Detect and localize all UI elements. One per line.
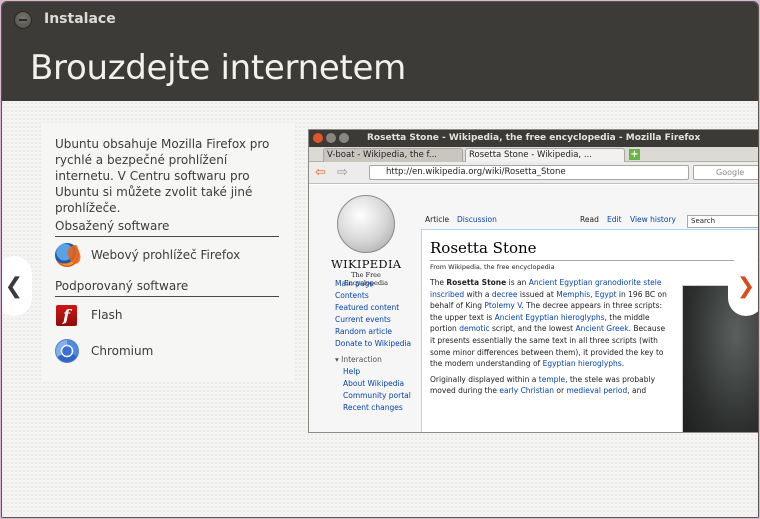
flash-icon: f [56,304,77,326]
slide-content: Ubuntu obsahuje Mozilla Firefox pro rych… [2,101,758,517]
wiki-tab: Discussion [457,215,497,224]
intro-text: Ubuntu obsahuje Mozilla Firefox pro rych… [55,137,270,215]
wikipedia-search-field: Search [687,215,758,228]
title-bar: Instalace Brouzdejte internetem [2,2,758,101]
firefox-window-title: Rosetta Stone - Wikipedia, the free ency… [367,133,701,143]
wikipedia-wordmark: WIKIPEDIA [331,257,402,271]
sidebar-link: Help [343,367,361,376]
app-name: Webový prohlížeč Firefox [91,248,241,262]
maximize-dot-icon [339,133,349,143]
wiki-tab: Edit [607,215,622,224]
firefox-nav-bar: ⇦ ⇨ http://en.wikipedia.org/wiki/Rosetta… [309,162,758,184]
firefox-tab-bar: V-boat - Wikipedia, the f... Rosetta Sto… [309,147,758,162]
url-field: http://en.wikipedia.org/wiki/Rosetta_Sto… [369,165,689,180]
previous-slide-button[interactable]: ❮ [2,256,32,316]
chromium-icon [55,339,79,363]
browser-tab-active: Rosetta Stone - Wikipedia, ... [465,148,625,162]
app-name: Chromium [91,344,154,358]
wikipedia-globe-icon [337,195,395,253]
wikipedia-logo: WIKIPEDIA The Free Encyclopedia [331,195,401,287]
wiki-tab: Read [580,215,599,224]
window-title: Instalace [44,11,116,27]
wikipedia-sidebar: Main page Contents Featured content Curr… [335,278,411,414]
firefox-screenshot: Rosetta Stone - Wikipedia, the free ency… [308,129,758,433]
sidebar-link: About Wikipedia [343,379,405,388]
article-source: From Wikipedia, the free encyclopedia [430,263,555,271]
wiki-tab: Article [425,215,450,224]
article-heading: Rosetta Stone [430,239,537,257]
sidebar-link: Random article [335,327,392,336]
browser-tab: V-boat - Wikipedia, the f... [323,148,463,162]
sidebar-link: Featured content [335,303,400,312]
close-dot-icon [313,133,323,143]
sidebar-link: Contents [335,291,369,300]
close-button[interactable] [14,11,32,29]
app-row-chromium: Chromium [55,338,153,364]
sidebar-link: Current events [335,315,391,324]
browser-search-field: Google [693,165,758,180]
forward-arrow-icon: ⇨ [337,165,348,180]
wiki-tab: View history [630,215,676,224]
sidebar-link: Recent changes [343,403,403,412]
firefox-title-bar: Rosetta Stone - Wikipedia, the free ency… [309,130,758,147]
firefox-icon [55,243,79,267]
wikipedia-page: WIKIPEDIA The Free Encyclopedia Main pag… [309,185,758,432]
minimize-dot-icon [326,133,336,143]
heading-rule [430,260,758,261]
info-panel: Ubuntu obsahuje Mozilla Firefox pro rych… [42,123,294,381]
wikipedia-article: Article Discussion Read Edit View histor… [421,215,758,432]
app-name: Flash [91,308,123,322]
installer-window: Instalace Brouzdejte internetem Ubuntu o… [1,1,759,518]
next-slide-button[interactable]: ❯ [728,256,758,316]
sidebar-link: Main page [335,279,375,288]
interaction-heading: ▾ Interaction [335,355,382,364]
app-row-firefox: Webový prohlížeč Firefox [55,242,240,268]
article-body: The Rosetta Stone is an Ancient Egyptian… [430,278,667,396]
page-headline: Brouzdejte internetem [30,48,406,88]
included-software-heading: Obsažený software [55,219,279,237]
app-row-flash: f Flash [55,302,122,328]
back-arrow-icon: ⇦ [315,165,326,180]
sidebar-link: Community portal [343,391,411,400]
supported-software-heading: Podporovaný software [55,279,279,297]
new-tab-icon: + [629,149,640,160]
sidebar-link: Donate to Wikipedia [335,339,412,348]
